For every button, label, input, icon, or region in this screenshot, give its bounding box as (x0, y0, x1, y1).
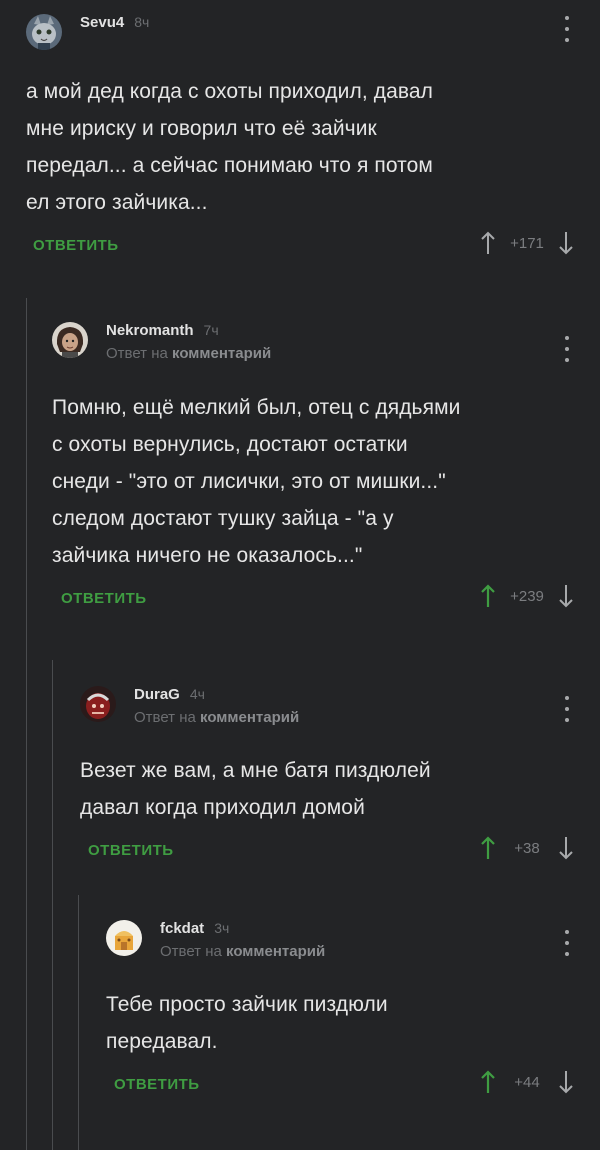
kebab-menu-icon[interactable] (564, 696, 570, 722)
reply-to-prefix: Ответ на (160, 943, 222, 960)
timestamp: 4ч (189, 686, 205, 702)
thread-line-level-1 (26, 298, 27, 1150)
comment-meta: Sevu4 8ч (80, 14, 149, 34)
comment-header: fckdat 3ч Ответ на комментарий (106, 920, 600, 960)
vote-controls: +44 (480, 1070, 574, 1094)
avatar[interactable] (106, 920, 142, 956)
comment-footer: ОТВЕТИТЬ +171 (26, 231, 600, 267)
reply-button[interactable]: ОТВЕТИТЬ (114, 1076, 200, 1093)
vote-score: +171 (510, 234, 544, 252)
timestamp: 8ч (134, 14, 150, 30)
thread-line-level-3 (78, 895, 79, 1150)
vote-score: +38 (514, 839, 540, 857)
username[interactable]: DuraG (134, 686, 180, 703)
arrow-down-icon[interactable] (558, 836, 574, 860)
reply-to-label: Ответ на комментарий (160, 943, 325, 960)
kebab-menu-icon[interactable] (564, 930, 570, 956)
reply-to-link[interactable]: комментарий (200, 709, 299, 726)
comment-footer: ОТВЕТИТЬ +44 (106, 1070, 600, 1106)
vote-controls: +239 (480, 584, 574, 608)
timestamp: 7ч (203, 322, 219, 338)
username[interactable]: Sevu4 (80, 14, 124, 31)
arrow-up-icon[interactable] (480, 836, 496, 860)
avatar[interactable] (80, 686, 116, 722)
vote-score: +239 (510, 587, 544, 605)
comment-header: Nekromanth 7ч Ответ на комментарий (52, 322, 600, 362)
arrow-down-icon[interactable] (558, 584, 574, 608)
comment-text: Помню, ещё мелкий был, отец с дядьями с … (52, 396, 461, 567)
thread-line-level-2 (52, 660, 53, 1150)
arrow-down-icon[interactable] (558, 1070, 574, 1094)
reply-to-label: Ответ на комментарий (134, 709, 299, 726)
arrow-up-icon[interactable] (480, 584, 496, 608)
timestamp: 3ч (214, 920, 230, 936)
arrow-up-icon[interactable] (480, 231, 496, 255)
reply-button[interactable]: ОТВЕТИТЬ (88, 842, 174, 859)
comment-sevu4: Sevu4 8ч а мой дед когда с охоты приходи… (26, 14, 600, 267)
comment-text: Тебе просто зайчик пиздюли передавал. (106, 993, 388, 1053)
username[interactable]: fckdat (160, 920, 204, 937)
comment-nekromanth: Nekromanth 7ч Ответ на комментарий Помню… (52, 322, 600, 620)
reply-to-prefix: Ответ на (134, 709, 196, 726)
reply-to-link[interactable]: комментарий (172, 345, 271, 362)
comment-footer: ОТВЕТИТЬ +239 (52, 584, 600, 620)
avatar[interactable] (26, 14, 62, 50)
comment-durag: DuraG 4ч Ответ на комментарий Везет же в… (80, 686, 600, 872)
username[interactable]: Nekromanth (106, 322, 194, 339)
vote-controls: +171 (480, 231, 574, 255)
comment-meta: DuraG 4ч Ответ на комментарий (134, 686, 299, 726)
comment-footer: ОТВЕТИТЬ +38 (80, 836, 600, 872)
reply-to-label: Ответ на комментарий (106, 345, 271, 362)
comment-text: а мой дед когда с охоты приходил, давал … (26, 80, 434, 214)
reply-to-prefix: Ответ на (106, 345, 168, 362)
arrow-up-icon[interactable] (480, 1070, 496, 1094)
comment-fckdat: fckdat 3ч Ответ на комментарий Тебе прос… (106, 920, 600, 1106)
kebab-menu-icon[interactable] (564, 336, 570, 362)
reply-button[interactable]: ОТВЕТИТЬ (33, 237, 119, 254)
reply-to-link[interactable]: комментарий (226, 943, 325, 960)
kebab-menu-icon[interactable] (564, 16, 570, 42)
comment-text: Везет же вам, а мне батя пиздюлей давал … (80, 759, 431, 819)
vote-score: +44 (514, 1073, 540, 1091)
comment-meta: fckdat 3ч Ответ на комментарий (160, 920, 325, 960)
reply-button[interactable]: ОТВЕТИТЬ (61, 590, 147, 607)
vote-controls: +38 (480, 836, 574, 860)
comment-header: DuraG 4ч Ответ на комментарий (80, 686, 600, 726)
comment-header: Sevu4 8ч (26, 14, 600, 54)
comment-meta: Nekromanth 7ч Ответ на комментарий (106, 322, 271, 362)
arrow-down-icon[interactable] (558, 231, 574, 255)
avatar[interactable] (52, 322, 88, 358)
